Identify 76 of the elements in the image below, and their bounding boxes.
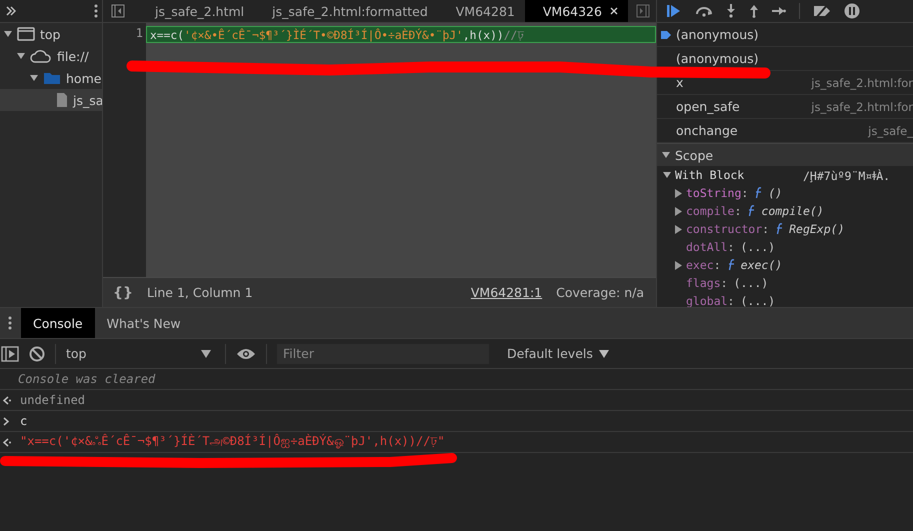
call-frame[interactable]: (anonymous) xyxy=(657,47,913,71)
console-message: Console was cleared xyxy=(18,372,156,386)
frame-location: js_safe_ xyxy=(868,124,913,138)
show-sidebar-icon[interactable] xyxy=(1,346,19,362)
source-link[interactable]: VM64281:1 xyxy=(470,285,542,300)
call-frame[interactable]: (anonymous) xyxy=(657,23,913,47)
more-options-icon[interactable] xyxy=(8,316,12,330)
tree-item[interactable]: home xyxy=(0,67,102,89)
result-arrow-icon xyxy=(2,438,12,446)
tree-item[interactable]: file:// xyxy=(0,45,102,67)
frame-location: js_safe_2.html:for xyxy=(811,76,913,90)
expand-arrow-icon[interactable] xyxy=(30,74,38,82)
call-frame[interactable]: open_safe js_safe_2.html:for xyxy=(657,95,913,119)
resume-icon[interactable] xyxy=(666,4,682,18)
editor-tab[interactable]: js_safe_2.html xyxy=(137,0,254,22)
scope-property[interactable]: exec: exec() xyxy=(657,256,913,274)
scope-property[interactable]: constructor: RegExp() xyxy=(657,220,913,238)
scope-block[interactable]: With Block /Ḩ#7ùº9¨M¤ꬸÀ. xyxy=(657,166,913,184)
console-message: "x==c('¢×&ஃÊ´cÊ¯¬$¶³´}ÍÈ´Tஅ©Ð8Í³Í|Ôஐ÷aÈÐÝ&ஓ¨þJ',h(x))//ঢ়" xyxy=(20,432,445,450)
expand-arrow-icon[interactable] xyxy=(675,188,682,198)
editor-tab[interactable]: js_safe_2.html:formatted xyxy=(254,0,438,22)
call-frame[interactable]: x js_safe_2.html:for xyxy=(657,71,913,95)
line-number: 1 xyxy=(134,26,144,42)
scope-property[interactable]: dotAll: (...) xyxy=(657,238,913,256)
step-out-icon[interactable] xyxy=(749,4,759,18)
step-icon[interactable] xyxy=(772,6,786,16)
function-icon xyxy=(747,205,756,217)
scope-value: /Ḩ#7ùº9¨M¤ꬸÀ. xyxy=(803,168,892,182)
pretty-print-button[interactable]: {} xyxy=(113,284,133,300)
close-icon[interactable] xyxy=(610,7,618,15)
context-selector[interactable]: top xyxy=(66,346,215,361)
expand-arrow-icon[interactable] xyxy=(663,171,671,179)
expand-arrow-icon[interactable] xyxy=(662,151,670,159)
console-message: c xyxy=(20,414,28,428)
function-icon xyxy=(726,259,735,271)
log-levels-dropdown[interactable]: Default levels xyxy=(507,346,609,361)
drawer-tab[interactable]: What's New xyxy=(94,308,193,338)
editor-tab[interactable]: VM64281 xyxy=(438,0,525,22)
frame-location: js_safe_2.html:for xyxy=(811,100,913,114)
cursor-position: Line 1, Column 1 xyxy=(146,285,253,300)
scope-property[interactable]: toString: () xyxy=(657,184,913,202)
result-arrow-icon xyxy=(2,396,12,404)
scope-property[interactable]: compile: compile() xyxy=(657,202,913,220)
toggle-debugger-icon[interactable] xyxy=(636,4,650,18)
step-into-icon[interactable] xyxy=(726,4,736,18)
function-icon xyxy=(775,223,784,235)
tree-item[interactable]: js_sa xyxy=(0,89,102,111)
eye-icon[interactable] xyxy=(236,348,256,360)
clear-console-icon[interactable] xyxy=(29,346,45,362)
scope-header[interactable]: Scope xyxy=(657,143,913,166)
file-icon xyxy=(56,92,68,108)
drawer-tab[interactable]: Console xyxy=(21,308,95,338)
dropdown-arrow-icon[interactable] xyxy=(598,350,609,358)
filter-field[interactable]: Filter xyxy=(277,344,489,364)
expand-arrow-icon[interactable] xyxy=(4,30,12,38)
folder-icon xyxy=(43,71,61,85)
cloud-icon xyxy=(30,49,52,63)
more-options-icon[interactable] xyxy=(94,4,98,18)
dropdown-arrow-icon[interactable] xyxy=(201,350,211,358)
step-over-icon[interactable] xyxy=(695,5,713,17)
expand-arrow-icon[interactable] xyxy=(675,206,682,216)
prompt-icon xyxy=(2,416,12,426)
frame-icon xyxy=(17,27,35,41)
console-message: undefined xyxy=(20,393,86,407)
expand-arrow-icon[interactable] xyxy=(675,224,682,234)
more-tabs-icon[interactable] xyxy=(6,6,16,16)
function-icon xyxy=(754,187,762,199)
tree-item[interactable]: top xyxy=(0,23,102,45)
coverage-status: Coverage: n/a xyxy=(556,285,644,300)
editor-tab[interactable]: VM64326 xyxy=(524,0,628,22)
pause-icon[interactable] xyxy=(844,3,860,19)
expand-arrow-icon[interactable] xyxy=(17,52,25,60)
deactivate-breakpoints-icon[interactable] xyxy=(813,4,831,18)
scope-property[interactable]: flags: (...) xyxy=(657,274,913,292)
expand-arrow-icon[interactable] xyxy=(675,260,682,270)
toggle-navigator-icon[interactable] xyxy=(111,4,125,18)
